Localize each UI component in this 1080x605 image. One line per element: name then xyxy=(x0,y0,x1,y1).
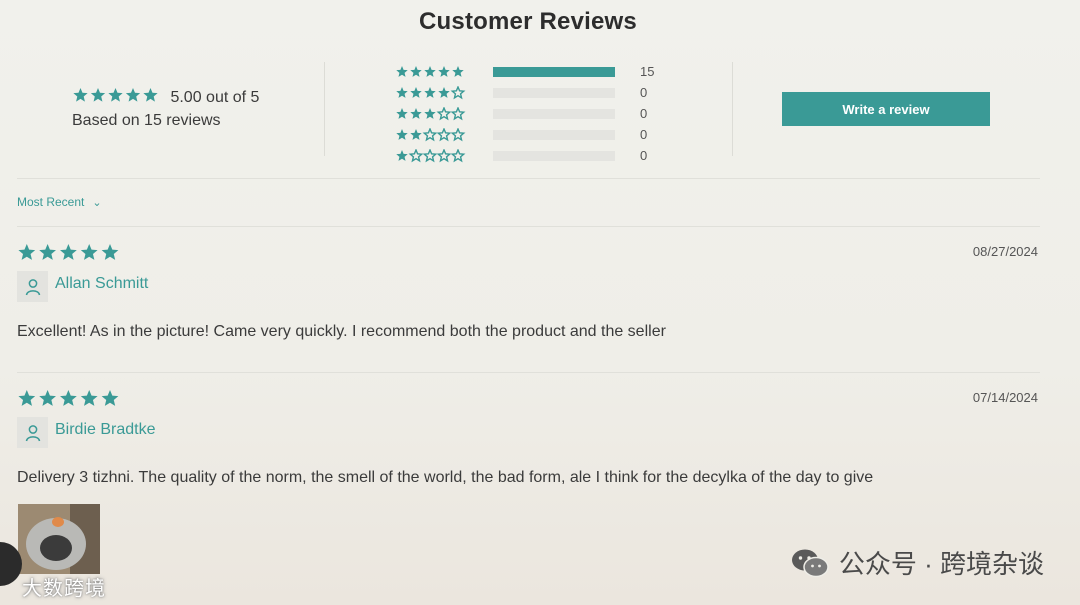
histogram-stars xyxy=(396,149,466,163)
divider xyxy=(17,226,1040,227)
user-icon xyxy=(17,271,48,302)
star-icon xyxy=(18,244,36,260)
star-icon xyxy=(410,87,422,98)
write-review-button[interactable]: Write a review xyxy=(782,92,990,126)
sort-dropdown[interactable]: Most Recent ⌄ xyxy=(17,195,102,209)
star-icon xyxy=(39,244,56,260)
histogram-stars xyxy=(396,128,466,142)
watermark-label: 公众号 · 跨境杂谈 xyxy=(838,549,1044,579)
star-icon xyxy=(450,128,466,142)
star-icon xyxy=(424,66,436,77)
star-icon xyxy=(408,149,424,163)
histogram-count: 0 xyxy=(640,127,648,142)
histogram-stars xyxy=(396,86,466,100)
star-icon xyxy=(424,87,436,98)
review-date: 08/27/2024 xyxy=(972,244,1038,259)
sort-selected-label: Most Recent xyxy=(17,195,85,209)
summary-stars xyxy=(72,87,160,108)
histogram-bar xyxy=(493,109,615,119)
star-icon xyxy=(438,87,450,98)
wechat-icon xyxy=(791,549,829,577)
histogram-bar xyxy=(493,88,615,98)
star-icon xyxy=(80,390,98,406)
divider xyxy=(324,62,325,156)
histogram-count: 0 xyxy=(640,148,648,163)
star-icon xyxy=(422,128,438,142)
histogram-count: 0 xyxy=(640,85,648,100)
star-icon xyxy=(424,108,436,119)
average-rating-text: 5.00 out of 5 xyxy=(170,88,260,106)
review-author: Birdie Bradtke xyxy=(55,421,156,438)
histogram-bar-fill xyxy=(493,67,615,77)
star-icon xyxy=(396,66,408,77)
divider xyxy=(17,178,1040,179)
star-icon xyxy=(39,390,56,406)
star-icon xyxy=(73,88,88,102)
review-photo[interactable] xyxy=(18,504,100,574)
star-icon xyxy=(450,149,466,163)
star-icon xyxy=(436,128,452,142)
histogram-bar xyxy=(493,130,615,140)
star-icon xyxy=(396,87,408,98)
star-icon xyxy=(108,88,123,102)
histogram-count: 0 xyxy=(640,106,648,121)
user-icon xyxy=(17,417,48,448)
review-text: Delivery 3 tizhni. The quality of the no… xyxy=(17,469,874,486)
star-icon xyxy=(410,108,422,119)
star-icon xyxy=(101,390,119,406)
star-icon xyxy=(452,66,464,77)
star-icon xyxy=(396,150,408,161)
star-icon xyxy=(101,244,119,260)
review-author: Allan Schmitt xyxy=(55,275,149,292)
watermark: 公众号 · 跨境杂谈 xyxy=(791,544,1044,581)
review-stars xyxy=(18,390,119,406)
star-icon xyxy=(450,107,466,121)
star-icon xyxy=(60,244,77,260)
star-icon xyxy=(450,86,466,100)
star-icon xyxy=(125,88,141,102)
star-icon xyxy=(410,66,422,77)
review-text: Excellent! As in the picture! Came very … xyxy=(17,323,666,340)
watermark-text: 大数跨境 xyxy=(22,578,106,600)
star-icon xyxy=(436,107,452,121)
review-stars xyxy=(18,244,119,260)
star-icon xyxy=(143,88,158,102)
star-icon xyxy=(438,66,450,77)
star-icon xyxy=(80,244,98,260)
star-icon xyxy=(410,129,422,140)
star-icon xyxy=(396,129,408,140)
divider xyxy=(17,372,1040,373)
chevron-down-icon: ⌄ xyxy=(92,197,102,209)
histogram-bar xyxy=(493,151,615,161)
histogram-count: 15 xyxy=(640,64,655,79)
star-icon xyxy=(396,108,408,119)
divider xyxy=(732,62,733,156)
review-item: 08/27/2024 Allan Schmitt Excellent! As i… xyxy=(17,243,1040,340)
star-icon xyxy=(422,149,438,163)
page-title: Customer Reviews xyxy=(419,8,637,35)
histogram-stars xyxy=(396,66,464,77)
star-icon xyxy=(60,390,77,406)
histogram-bar xyxy=(493,67,615,77)
star-icon xyxy=(90,88,106,102)
review-count-text: Based on 15 reviews xyxy=(72,112,221,129)
rating-summary: 5.00 out of 5 xyxy=(72,87,259,108)
histogram-stars xyxy=(396,107,466,121)
star-icon xyxy=(18,390,36,406)
review-item: 07/14/2024 Birdie Bradtke Delivery 3 tiz… xyxy=(17,389,1040,486)
star-icon xyxy=(436,149,452,163)
review-date: 07/14/2024 xyxy=(972,390,1038,405)
